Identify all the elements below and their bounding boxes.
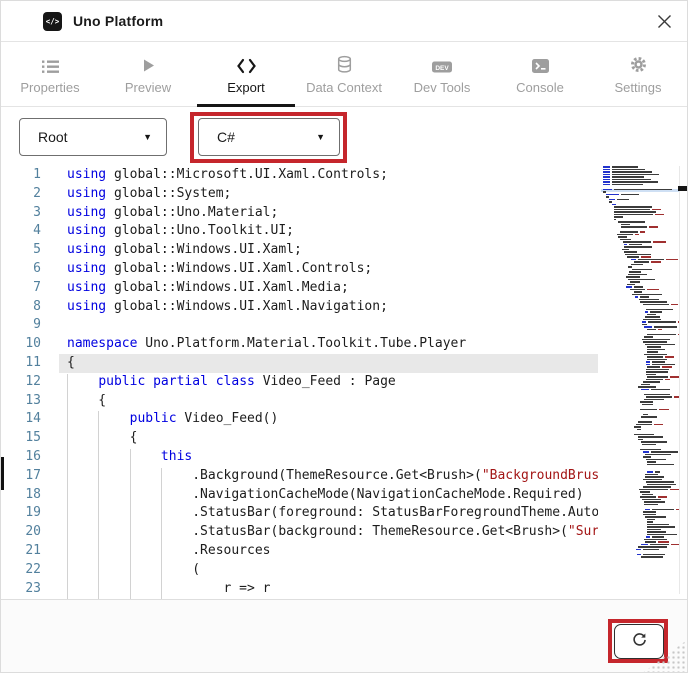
code-line-1: 1using global::Microsoft.UI.Xaml.Control… (1, 166, 598, 185)
indent-guide (98, 411, 99, 599)
line-number: 13 (1, 392, 41, 411)
line-number: 22 (1, 561, 41, 580)
line-number: 12 (1, 373, 41, 392)
code-line-3: 3using global::Uno.Material; (1, 204, 598, 223)
line-number: 5 (1, 241, 41, 260)
language-dropdown[interactable]: C# ▼ (198, 118, 340, 156)
line-number: 4 (1, 222, 41, 241)
tab-label: Properties (20, 80, 79, 95)
vertical-scrollbar-thumb[interactable] (678, 186, 688, 191)
dev-badge-icon: DEV (431, 54, 453, 74)
title-bar: </> Uno Platform (1, 1, 687, 42)
tab-dev-tools[interactable]: DEV Dev Tools (393, 42, 491, 106)
line-number: 6 (1, 260, 41, 279)
code-line-2: 2using global::System; (1, 185, 598, 204)
code-line-13: 13 { (1, 392, 598, 411)
chevron-down-icon: ▼ (143, 132, 152, 142)
line-number: 18 (1, 486, 41, 505)
code-editor[interactable]: 1using global::Microsoft.UI.Xaml.Control… (1, 166, 598, 599)
tab-export[interactable]: Export (197, 42, 295, 106)
uno-platform-window: </> Uno Platform Properties Preview Expo… (0, 0, 688, 673)
code-line-8: 8using global::Windows.UI.Xaml.Navigatio… (1, 298, 598, 317)
code-line-12: 12 public partial class Video_Feed : Pag… (1, 373, 598, 392)
code-line-15: 15 { (1, 429, 598, 448)
code-line-23: 23 r => r (1, 580, 598, 599)
code-line-20: 20 .StatusBar(background: ThemeResource.… (1, 523, 598, 542)
code-line-4: 4using global::Uno.Toolkit.UI; (1, 222, 598, 241)
code-line-22: 22 ( (1, 561, 598, 580)
tab-preview[interactable]: Preview (99, 42, 197, 106)
minimap[interactable] (601, 166, 679, 594)
root-dropdown-value: Root (38, 129, 143, 145)
svg-text:DEV: DEV (435, 65, 449, 72)
tab-console[interactable]: Console (491, 42, 589, 106)
line-number: 10 (1, 335, 41, 354)
left-scrollbar-thumb[interactable] (1, 457, 4, 490)
window-title: Uno Platform (73, 13, 163, 29)
code-line-18: 18 .NavigationCacheMode(NavigationCacheM… (1, 486, 598, 505)
tab-label: Console (516, 80, 564, 95)
line-number: 15 (1, 429, 41, 448)
code-line-7: 7using global::Windows.UI.Xaml.Media; (1, 279, 598, 298)
tab-label: Settings (615, 80, 662, 95)
export-toolbar: Root ▼ C# ▼ (1, 107, 687, 166)
code-line-5: 5using global::Windows.UI.Xaml; (1, 241, 598, 260)
code-line-17: 17 .Background(ThemeResource.Get<Brush>(… (1, 467, 598, 486)
code-line-11: 11{ (1, 354, 598, 373)
tab-label: Data Context (306, 80, 382, 95)
line-number: 8 (1, 298, 41, 317)
line-number: 21 (1, 542, 41, 561)
refresh-icon (631, 631, 648, 653)
tab-settings[interactable]: Settings (589, 42, 687, 106)
language-dropdown-value: C# (217, 129, 316, 145)
indent-guide (67, 374, 68, 599)
tab-label: Export (227, 80, 265, 95)
tab-label: Dev Tools (414, 80, 471, 95)
list-icon (41, 54, 60, 74)
line-number: 1 (1, 166, 41, 185)
code-line-21: 21 .Resources (1, 542, 598, 561)
footer-bar (1, 599, 687, 673)
code-line-14: 14 public Video_Feed() (1, 410, 598, 429)
line-number: 16 (1, 448, 41, 467)
line-number: 23 (1, 580, 41, 599)
code-line-16: 16 this (1, 448, 598, 467)
code-icon (236, 54, 257, 74)
terminal-icon (531, 54, 550, 74)
line-number: 20 (1, 523, 41, 542)
line-number: 14 (1, 410, 41, 429)
line-number: 19 (1, 504, 41, 523)
line-number: 11 (1, 354, 41, 373)
line-number: 17 (1, 467, 41, 486)
uno-logo-icon: </> (43, 12, 62, 31)
tab-label: Preview (125, 80, 171, 95)
code-line-9: 9 (1, 316, 598, 335)
play-icon (140, 54, 157, 74)
database-icon (336, 54, 353, 74)
code-line-10: 10namespace Uno.Platform.Material.Toolki… (1, 335, 598, 354)
indent-guide (130, 449, 131, 599)
code-line-6: 6using global::Windows.UI.Xaml.Controls; (1, 260, 598, 279)
tab-data-context[interactable]: Data Context (295, 42, 393, 106)
refresh-button[interactable] (614, 624, 664, 659)
root-element-dropdown[interactable]: Root ▼ (19, 118, 167, 156)
tab-properties[interactable]: Properties (1, 42, 99, 106)
line-number: 2 (1, 185, 41, 204)
tab-bar: Properties Preview Export Data Context D… (1, 42, 687, 107)
line-number: 3 (1, 204, 41, 223)
line-number: 7 (1, 279, 41, 298)
line-number: 9 (1, 316, 41, 335)
minimap-border (679, 166, 680, 594)
code-line-19: 19 .StatusBar(foreground: StatusBarForeg… (1, 504, 598, 523)
gear-icon (629, 54, 648, 74)
close-icon[interactable] (649, 6, 679, 36)
indent-guide (161, 468, 162, 599)
current-line-highlight (59, 354, 598, 373)
chevron-down-icon: ▼ (316, 132, 325, 142)
